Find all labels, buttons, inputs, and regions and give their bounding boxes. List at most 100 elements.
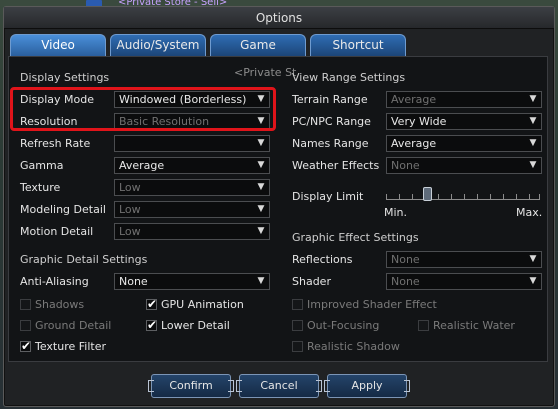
- out-focusing-label: Out-Focusing: [307, 319, 380, 332]
- pc-npc-range-value: Very Wide: [391, 115, 447, 128]
- apply-button[interactable]: Apply: [324, 374, 410, 398]
- pc-npc-range-label: PC/NPC Range: [292, 115, 371, 128]
- apply-button-label: Apply: [351, 379, 383, 392]
- modeling-detail-select[interactable]: Low ▼: [114, 201, 270, 218]
- tab-shortcut[interactable]: Shortcut: [310, 34, 406, 56]
- view-range-title: View Range Settings: [292, 71, 406, 84]
- button-bracket-right: [316, 380, 322, 392]
- realistic-water-label: Realistic Water: [433, 319, 515, 332]
- gamma-value: Average: [119, 159, 165, 172]
- chevron-down-icon: ▼: [529, 116, 537, 126]
- gpu-animation-checkbox[interactable]: ✔: [146, 297, 157, 311]
- lower-detail-label: Lower Detail: [161, 319, 230, 332]
- tab-audio-system[interactable]: Audio/System: [110, 34, 206, 56]
- names-range-label: Names Range: [292, 137, 369, 150]
- gpu-animation-label: GPU Animation: [161, 298, 244, 311]
- chevron-down-icon: ▼: [529, 138, 537, 148]
- button-bracket-left: [148, 380, 154, 392]
- shadows-checkbox[interactable]: [20, 299, 31, 310]
- improved-shader-checkbox[interactable]: [292, 299, 303, 310]
- slider-tick: [412, 194, 413, 199]
- chevron-down-icon: ▼: [257, 276, 265, 286]
- texture-select[interactable]: Low ▼: [114, 179, 270, 196]
- shader-label: Shader: [292, 275, 331, 288]
- button-bracket-left: [324, 380, 330, 392]
- refresh-rate-select[interactable]: ▼: [114, 135, 270, 152]
- names-range-select[interactable]: Average ▼: [386, 135, 542, 152]
- weather-effects-select[interactable]: None ▼: [386, 157, 542, 174]
- anti-aliasing-label: Anti-Aliasing: [20, 275, 89, 288]
- chevron-down-icon: ▼: [257, 160, 265, 170]
- slider-tick: [539, 194, 540, 199]
- graphic-detail-title: Graphic Detail Settings: [20, 253, 148, 266]
- display-settings-title: Display Settings: [20, 71, 110, 84]
- texture-filter-label: Texture Filter: [35, 340, 107, 353]
- out-focusing-checkbox[interactable]: [292, 320, 303, 331]
- tab-bar: Video Audio/System Game Shortcut: [10, 34, 550, 56]
- tab-video[interactable]: Video: [10, 34, 106, 56]
- realistic-shadow-checkbox[interactable]: [292, 341, 303, 352]
- chevron-down-icon: ▼: [257, 182, 265, 192]
- realistic-shadow-label: Realistic Shadow: [307, 340, 400, 353]
- chevron-down-icon: ▼: [529, 276, 537, 286]
- reflections-select[interactable]: None ▼: [386, 251, 542, 268]
- gamma-label: Gamma: [20, 159, 64, 172]
- terrain-range-select[interactable]: Average ▼: [386, 91, 542, 108]
- display-limit-min-label: Min.: [384, 206, 408, 219]
- ground-detail-label: Ground Detail: [35, 319, 112, 332]
- button-bracket-right: [228, 380, 234, 392]
- terrain-range-value: Average: [391, 93, 437, 106]
- window-title: Options: [4, 7, 554, 29]
- cancel-button-label: Cancel: [260, 379, 298, 392]
- terrain-range-label: Terrain Range: [292, 93, 368, 106]
- private-store-label-mid: <Private St: [234, 66, 297, 79]
- pc-npc-range-select[interactable]: Very Wide ▼: [386, 113, 542, 130]
- ground-detail-checkbox[interactable]: [20, 320, 31, 331]
- button-bracket-left: [236, 380, 242, 392]
- modeling-detail-value: Low: [119, 203, 141, 216]
- texture-value: Low: [119, 181, 141, 194]
- gamma-select[interactable]: Average ▼: [114, 157, 270, 174]
- confirm-button[interactable]: Confirm: [148, 374, 234, 398]
- confirm-button-label: Confirm: [169, 379, 213, 392]
- modeling-detail-label: Modeling Detail: [20, 203, 106, 216]
- improved-shader-label: Improved Shader Effect: [307, 298, 437, 311]
- shadows-label: Shadows: [35, 298, 85, 311]
- display-limit-slider-thumb[interactable]: [423, 187, 432, 201]
- anti-aliasing-value: None: [119, 275, 148, 288]
- reflections-value: None: [391, 253, 420, 266]
- texture-filter-checkbox[interactable]: ✔: [20, 339, 31, 353]
- realistic-water-checkbox[interactable]: [418, 320, 429, 331]
- display-limit-max-label: Max.: [516, 206, 543, 219]
- chevron-down-icon: ▼: [529, 160, 537, 170]
- slider-tick: [516, 194, 517, 199]
- motion-detail-select[interactable]: Low ▼: [114, 223, 270, 240]
- shader-select[interactable]: None ▼: [386, 273, 542, 290]
- chevron-down-icon: ▼: [529, 254, 537, 264]
- slider-tick: [438, 194, 439, 199]
- refresh-rate-label: Refresh Rate: [20, 137, 91, 150]
- chevron-down-icon: ▼: [257, 138, 265, 148]
- cancel-button[interactable]: Cancel: [236, 374, 322, 398]
- slider-tick: [477, 194, 478, 199]
- lower-detail-checkbox[interactable]: ✔: [146, 318, 157, 332]
- names-range-value: Average: [391, 137, 437, 150]
- slider-tick: [490, 194, 491, 199]
- chevron-down-icon: ▼: [257, 204, 265, 214]
- shader-value: None: [391, 275, 420, 288]
- slider-tick: [529, 194, 530, 199]
- weather-effects-value: None: [391, 159, 420, 172]
- chevron-down-icon: ▼: [529, 94, 537, 104]
- slider-tick: [399, 194, 400, 199]
- motion-detail-label: Motion Detail: [20, 225, 94, 238]
- slider-tick: [386, 194, 387, 199]
- graphic-effect-title: Graphic Effect Settings: [292, 231, 419, 244]
- tab-game[interactable]: Game: [210, 34, 306, 56]
- weather-effects-label: Weather Effects: [292, 159, 380, 172]
- texture-label: Texture: [20, 181, 61, 194]
- slider-tick: [503, 194, 504, 199]
- display-limit-slider[interactable]: [386, 193, 540, 200]
- anti-aliasing-select[interactable]: None ▼: [114, 273, 270, 290]
- slider-tick: [451, 194, 452, 199]
- highlight-box: [10, 87, 276, 131]
